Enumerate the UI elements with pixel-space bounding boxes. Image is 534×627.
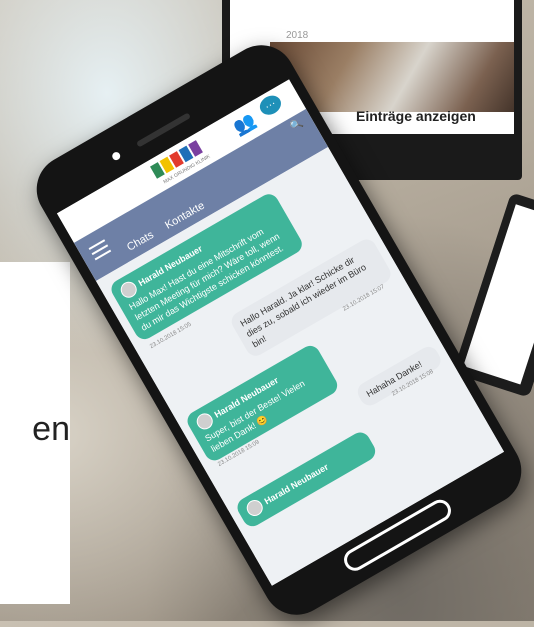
message-incoming: Harald Neubauer Super, bist der Beste! V… [183,342,341,465]
phone: MAX GRUNDIG KLINIK 👥 ··· 🔍 Chats Kontakt… [24,32,534,627]
phone-wrap: MAX GRUNDIG KLINIK 👥 ··· 🔍 Chats Kontakt… [24,32,534,627]
sender: Harald Neubauer [243,438,368,519]
hamburger-icon[interactable] [88,239,112,261]
camera [110,150,122,162]
people-icon[interactable]: 👥 [230,109,260,138]
chat-bubble-icon[interactable]: ··· [256,91,285,119]
avatar [243,497,266,519]
search-icon[interactable]: 🔍 [289,117,305,133]
